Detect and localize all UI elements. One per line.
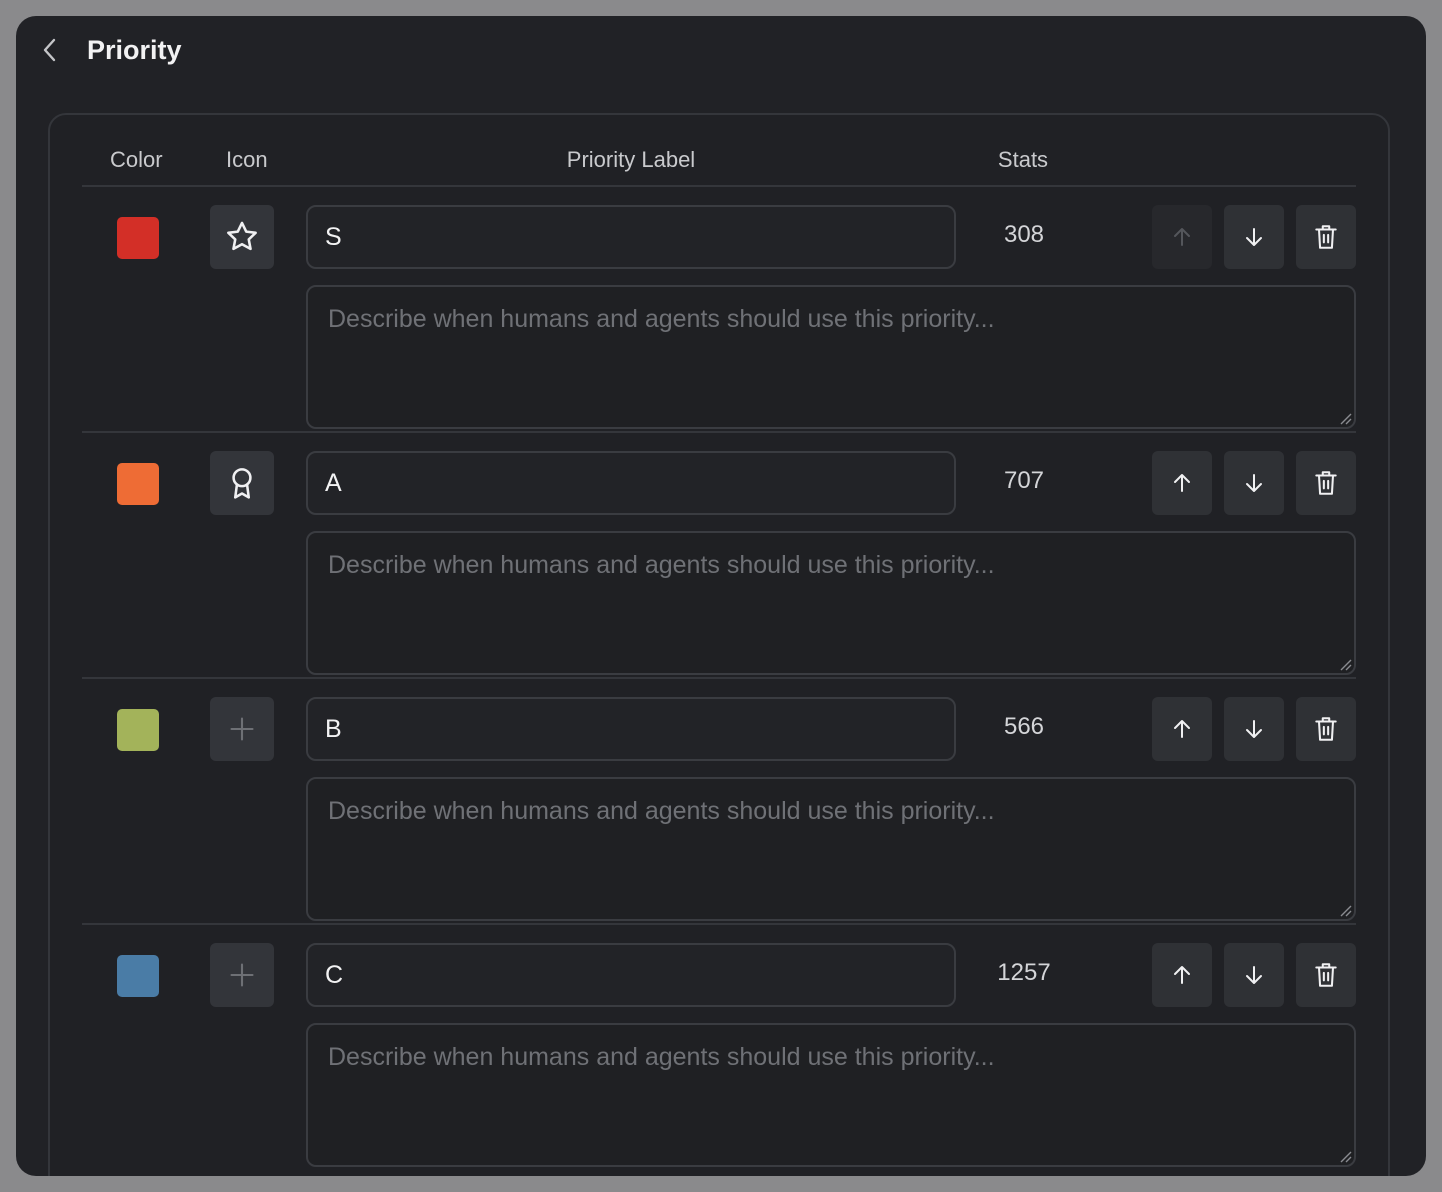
trash-icon xyxy=(1315,963,1337,987)
plus-icon xyxy=(230,963,254,987)
column-header-color: Color xyxy=(110,147,163,172)
award-icon xyxy=(232,468,252,499)
resize-grip-icon[interactable] xyxy=(1338,411,1352,425)
arrow-up-icon xyxy=(1174,966,1190,984)
arrow-down-icon xyxy=(1246,228,1262,246)
color-swatch[interactable] xyxy=(117,217,159,259)
priority-table: Color Icon Priority Label Stats 308 xyxy=(48,113,1390,1176)
column-header-priority-label: Priority Label xyxy=(566,147,696,172)
icon-picker-button[interactable] xyxy=(210,205,274,269)
trash-icon xyxy=(1315,225,1337,249)
column-header-icon: Icon xyxy=(226,147,268,172)
priority-row: 1257 xyxy=(82,923,1356,1169)
header: Priority xyxy=(16,16,1426,86)
icon-picker-button[interactable] xyxy=(210,697,274,761)
resize-grip-icon[interactable] xyxy=(1338,903,1352,917)
column-header-stats: Stats xyxy=(997,147,1049,172)
arrow-down-icon xyxy=(1246,474,1262,492)
trash-icon xyxy=(1315,717,1337,741)
move-down-button[interactable] xyxy=(1224,205,1284,269)
arrow-up-icon xyxy=(1174,228,1190,246)
resize-grip-icon[interactable] xyxy=(1338,657,1352,671)
stats-value: 566 xyxy=(1003,713,1045,740)
priority-label-input[interactable] xyxy=(306,205,956,269)
color-swatch[interactable] xyxy=(117,955,159,997)
resize-grip-icon[interactable] xyxy=(1338,1149,1352,1163)
back-button[interactable] xyxy=(36,36,64,64)
page-title: Priority xyxy=(87,35,182,65)
stats-value: 707 xyxy=(1003,467,1045,494)
priority-description-textarea[interactable] xyxy=(306,531,1356,675)
delete-button[interactable] xyxy=(1296,451,1356,515)
priority-description-textarea[interactable] xyxy=(306,285,1356,429)
priority-description-textarea[interactable] xyxy=(306,777,1356,921)
priority-label-input[interactable] xyxy=(306,943,956,1007)
priority-description-textarea[interactable] xyxy=(306,1023,1356,1167)
delete-button[interactable] xyxy=(1296,205,1356,269)
priority-label-input[interactable] xyxy=(306,451,956,515)
move-up-button[interactable] xyxy=(1152,697,1212,761)
move-down-button[interactable] xyxy=(1224,697,1284,761)
priority-window: Priority Color Icon Priority Label Stats… xyxy=(16,16,1426,1176)
trash-icon xyxy=(1315,471,1337,495)
delete-button[interactable] xyxy=(1296,943,1356,1007)
icon-picker-button[interactable] xyxy=(210,943,274,1007)
arrow-up-icon xyxy=(1174,474,1190,492)
table-header: Color Icon Priority Label Stats xyxy=(50,115,1388,188)
move-down-button[interactable] xyxy=(1224,451,1284,515)
arrow-up-icon xyxy=(1174,720,1190,738)
color-swatch[interactable] xyxy=(117,463,159,505)
plus-icon xyxy=(230,717,254,741)
move-down-button[interactable] xyxy=(1224,943,1284,1007)
star-icon xyxy=(227,221,257,251)
color-swatch[interactable] xyxy=(117,709,159,751)
icon-picker-button[interactable] xyxy=(210,451,274,515)
priority-row: 707 xyxy=(82,431,1356,677)
priority-row: 308 xyxy=(82,185,1356,431)
move-up-button[interactable] xyxy=(1152,451,1212,515)
move-up-button[interactable] xyxy=(1152,943,1212,1007)
stats-value: 1257 xyxy=(997,959,1051,986)
stats-value: 308 xyxy=(1003,221,1045,248)
chevron-left-icon xyxy=(43,38,56,62)
priority-row: 566 xyxy=(82,677,1356,923)
arrow-down-icon xyxy=(1246,720,1262,738)
arrow-down-icon xyxy=(1246,966,1262,984)
delete-button[interactable] xyxy=(1296,697,1356,761)
move-up-button[interactable] xyxy=(1152,205,1212,269)
priority-label-input[interactable] xyxy=(306,697,956,761)
